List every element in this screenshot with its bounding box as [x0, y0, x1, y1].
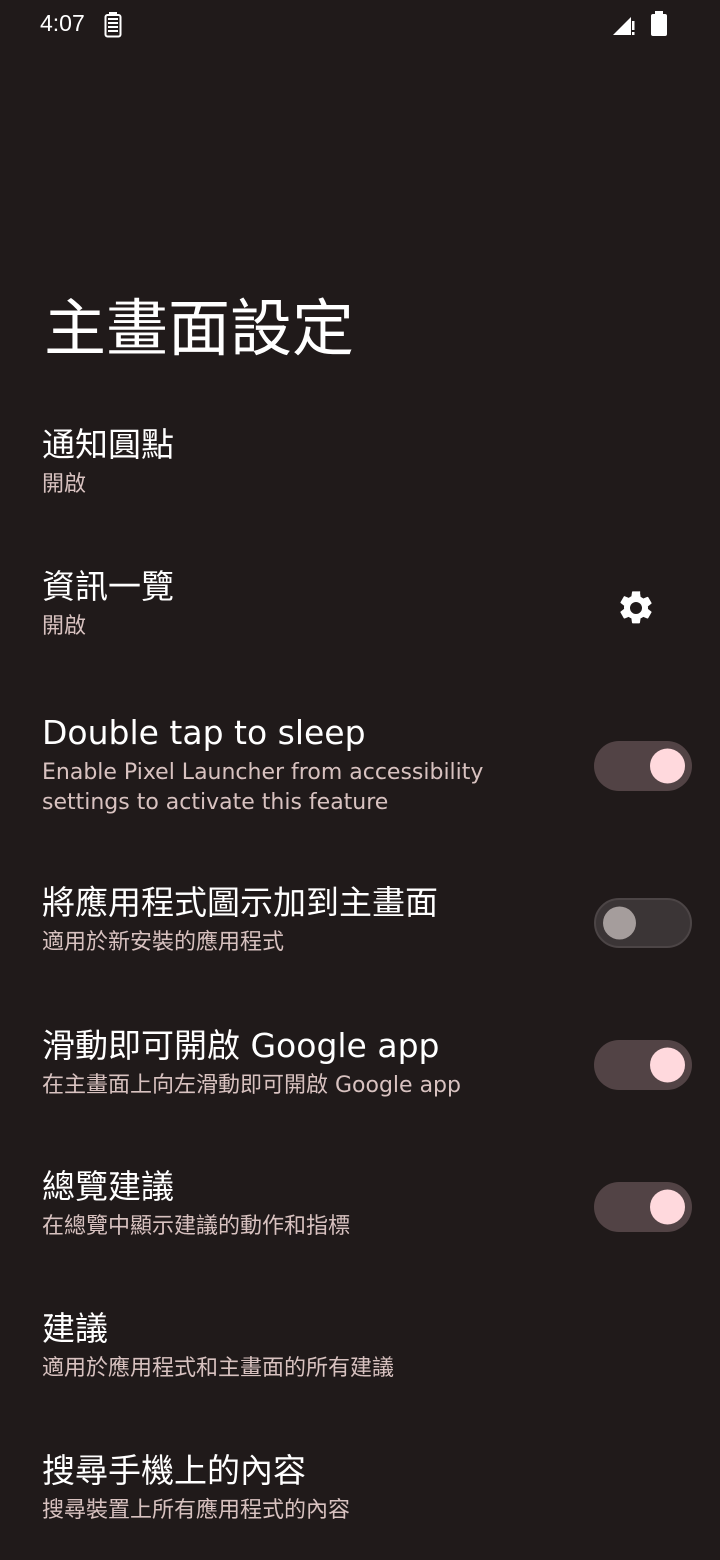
setting-subtitle: 開啟 [42, 472, 87, 497]
setting-title: 建議 [42, 1309, 108, 1348]
toggle-thumb [650, 1047, 685, 1083]
setting-notification-dots[interactable]: 通知圓點 開啟 [42, 424, 682, 500]
setting-swipe-google-app[interactable]: 滑動即可開啟 Google app 在主畫面上向左滑動即可開啟 Google a… [42, 1025, 582, 1101]
setting-title: 搜尋手機上的內容 [42, 1451, 306, 1490]
toggle-thumb [650, 1189, 685, 1225]
setting-add-app-icons[interactable]: 將應用程式圖示加到主畫面 適用於新安裝的應用程式 [42, 882, 582, 958]
setting-title: 通知圓點 [42, 425, 174, 464]
setting-title: 資訊一覽 [42, 567, 174, 606]
status-bar: 4:07 [0, 0, 720, 50]
setting-subtitle: 在總覽中顯示建議的動作和指標 [42, 1214, 351, 1239]
double-tap-toggle[interactable] [594, 741, 692, 791]
setting-title: 將應用程式圖示加到主畫面 [42, 883, 438, 922]
setting-subtitle: 搜尋裝置上所有應用程式的內容 [42, 1498, 351, 1523]
overview-suggestions-toggle[interactable] [594, 1182, 692, 1232]
battery-saver-icon [104, 12, 122, 42]
setting-title: 滑動即可開啟 Google app [42, 1026, 440, 1065]
add-app-icons-toggle[interactable] [594, 898, 692, 948]
setting-double-tap-to-sleep[interactable]: Double tap to sleep Enable Pixel Launche… [42, 712, 562, 818]
setting-title: Double tap to sleep [42, 713, 366, 752]
toggle-thumb [603, 906, 636, 940]
setting-subtitle: 適用於應用程式和主畫面的所有建議 [42, 1356, 395, 1381]
setting-title: 總覽建議 [42, 1167, 174, 1206]
setting-at-a-glance[interactable]: 資訊一覽 開啟 [42, 566, 562, 642]
swipe-google-app-toggle[interactable] [594, 1040, 692, 1090]
battery-icon [650, 11, 668, 41]
setting-subtitle: 開啟 [42, 614, 87, 639]
setting-overview-suggestions[interactable]: 總覽建議 在總覽中顯示建議的動作和指標 [42, 1166, 582, 1242]
signal-icon [612, 12, 636, 40]
setting-subtitle: Enable Pixel Launcher from accessibility… [42, 760, 484, 815]
setting-subtitle: 適用於新安裝的應用程式 [42, 930, 285, 955]
toggle-thumb [650, 748, 685, 784]
gear-icon[interactable] [616, 588, 656, 632]
setting-subtitle: 在主畫面上向左滑動即可開啟 Google app [42, 1073, 461, 1098]
page-title: 主畫面設定 [44, 292, 355, 365]
setting-suggestions[interactable]: 建議 適用於應用程式和主畫面的所有建議 [42, 1308, 682, 1384]
status-time: 4:07 [40, 10, 85, 36]
setting-search-device[interactable]: 搜尋手機上的內容 搜尋裝置上所有應用程式的內容 [42, 1450, 682, 1526]
